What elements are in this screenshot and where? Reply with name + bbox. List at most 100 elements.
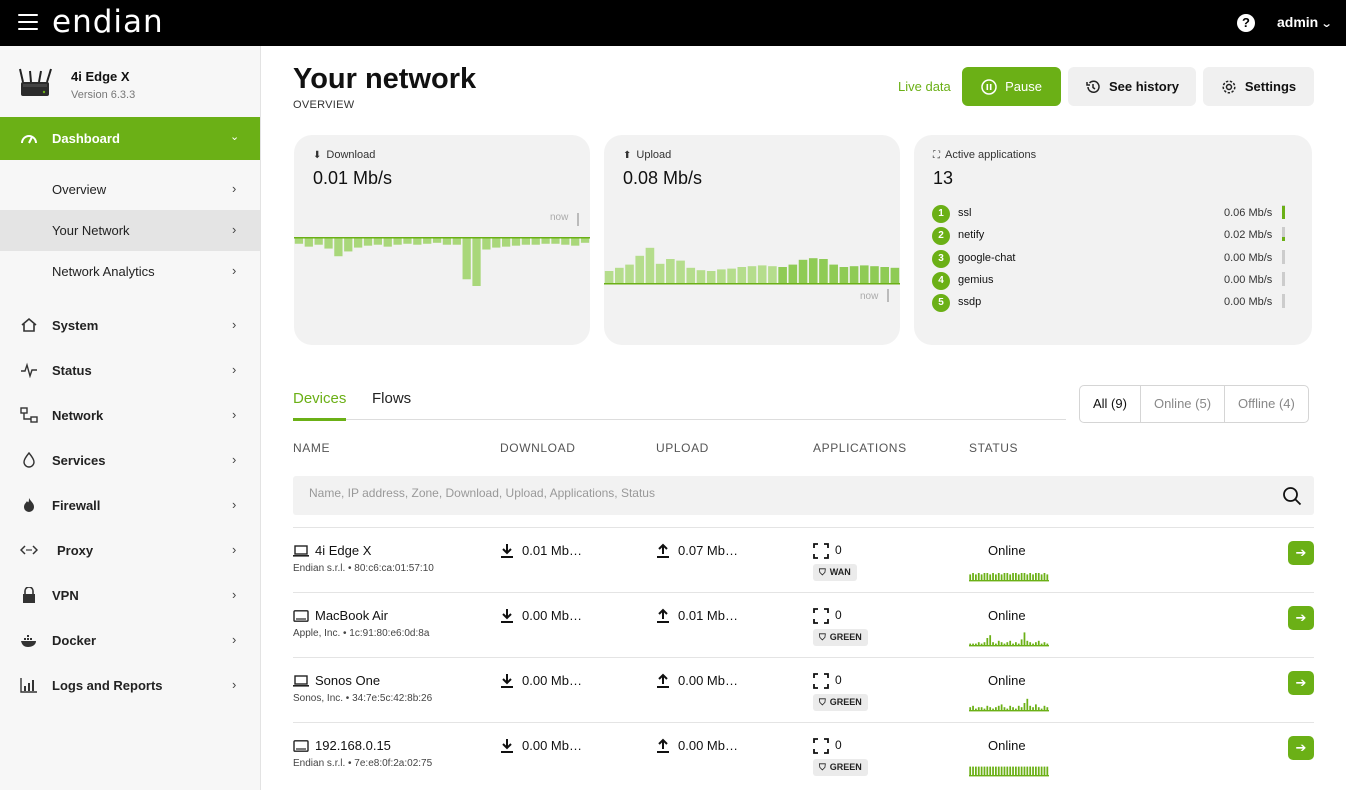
- sparkline-bar: [969, 766, 972, 775]
- open-device-button[interactable]: ➔: [1288, 671, 1314, 695]
- upload-icon: [657, 738, 669, 753]
- download-bar: [324, 238, 333, 249]
- column-header-name[interactable]: NAME: [293, 441, 330, 455]
- sparkline-bar: [989, 574, 992, 580]
- download-bar: [482, 238, 491, 250]
- download-bar: [314, 238, 323, 245]
- app-name: google-chat: [958, 251, 1016, 264]
- sparkline-bar: [1035, 573, 1037, 580]
- open-device-button[interactable]: ➔: [1288, 736, 1314, 760]
- column-header-status[interactable]: STATUS: [969, 441, 1018, 455]
- filter-online[interactable]: Online (5): [1139, 386, 1224, 422]
- nav-proxy[interactable]: Proxy ›: [0, 528, 260, 573]
- tab-devices[interactable]: Devices: [293, 390, 346, 407]
- nav-docker[interactable]: Docker ›: [0, 618, 260, 663]
- upload-bar: [747, 266, 757, 283]
- subnav-your-network[interactable]: Your Network ›: [0, 210, 260, 251]
- sparkline-bar: [1015, 573, 1017, 580]
- column-header-upload[interactable]: UPLOAD: [656, 441, 709, 455]
- sparkline-bar: [1000, 574, 1003, 580]
- sparkline-bar: [977, 573, 980, 580]
- menu-icon[interactable]: [18, 14, 38, 30]
- column-header-applications[interactable]: APPLICATIONS: [813, 441, 907, 455]
- sparkline-bar: [989, 635, 992, 645]
- app-rank: 4: [932, 271, 950, 290]
- table-row[interactable]: Sonos One Sonos, Inc. • 34:7e:5c:42:8b:26…: [293, 657, 1314, 722]
- subnav-network-analytics[interactable]: Network Analytics ›: [0, 251, 260, 292]
- filter-all[interactable]: All (9): [1080, 386, 1140, 422]
- search-icon[interactable]: [1282, 486, 1302, 506]
- sparkline-bar: [977, 642, 980, 645]
- sparkline-bar: [1015, 642, 1017, 645]
- subnav-overview[interactable]: Overview ›: [0, 169, 260, 210]
- chevron-right-icon: ›: [232, 407, 237, 422]
- see-history-button[interactable]: See history: [1068, 67, 1196, 106]
- upload-bar: [839, 267, 849, 283]
- sparkline-bar: [1026, 574, 1029, 580]
- device-upload: 0.00 Mb…: [678, 673, 738, 688]
- sparkline-bar: [989, 707, 992, 710]
- sparkline-bar: [1040, 766, 1043, 775]
- subnav-label: Overview: [52, 182, 107, 197]
- active-apps-card: ⛶ Active applications 13 1 ssl 0.06 Mb/s 2 ne…: [914, 135, 1312, 345]
- chevron-right-icon: ›: [232, 632, 237, 647]
- app-rate: 0.00 Mb/s: [1224, 251, 1273, 264]
- table-row[interactable]: 192.168.0.15 Endian s.r.l. • 7e:e8:0f:2a:…: [293, 722, 1314, 787]
- table-row[interactable]: MacBook Air Apple, Inc. • 1c:91:80:e6:0d:…: [293, 592, 1314, 657]
- settings-button[interactable]: Settings: [1203, 67, 1314, 106]
- traffic-sparkline: [969, 698, 1049, 712]
- upload-icon: [657, 608, 669, 623]
- search-bar: [293, 476, 1314, 515]
- top-bar: endian ? admin ⌄: [0, 0, 1346, 46]
- download-bar: [551, 238, 560, 244]
- nav-vpn[interactable]: VPN ›: [0, 573, 260, 618]
- column-header-download[interactable]: DOWNLOAD: [500, 441, 575, 455]
- app-usage-fill: [1282, 206, 1285, 219]
- sparkline-bar: [1029, 573, 1032, 580]
- pause-button[interactable]: Pause: [962, 67, 1061, 106]
- tab-flows[interactable]: Flows: [372, 390, 411, 407]
- question-circle-icon[interactable]: ?: [1237, 14, 1255, 32]
- sparkline-bar: [1017, 705, 1020, 710]
- search-input[interactable]: [309, 486, 1259, 500]
- sparkline-bar: [989, 766, 992, 775]
- nav-dashboard[interactable]: Dashboard ⌄: [0, 117, 260, 160]
- nav-firewall[interactable]: Firewall ›: [0, 483, 260, 528]
- download-bar: [413, 238, 422, 245]
- nav-network[interactable]: Network ›: [0, 393, 260, 438]
- nav-services[interactable]: Services ›: [0, 438, 260, 483]
- sparkline-bar: [1026, 698, 1029, 710]
- app-rank: 3: [932, 249, 950, 268]
- device-meta: Endian s.r.l. • 7e:e8:0f:2a:02:75: [293, 758, 433, 769]
- sparkline-bar: [1017, 643, 1020, 645]
- gear-icon: [1222, 79, 1236, 94]
- sparkline-bar: [972, 573, 974, 580]
- app-rank: 1: [932, 205, 950, 223]
- sparkline-bar: [1000, 766, 1003, 775]
- download-card-label: ⬇ Download: [313, 149, 375, 161]
- sparkline-bar: [986, 573, 989, 580]
- upload-bar: [890, 267, 900, 283]
- sparkline-bar: [980, 574, 983, 580]
- filter-offline[interactable]: Offline (4): [1224, 386, 1308, 422]
- page-subtitle: OVERVIEW: [293, 99, 355, 111]
- device-name: 192.168.0.15: [315, 738, 391, 753]
- nav-logs-reports[interactable]: Logs and Reports ›: [0, 663, 260, 708]
- user-menu[interactable]: admin ⌄: [1277, 14, 1333, 30]
- tablet-icon: [293, 740, 309, 752]
- open-device-button[interactable]: ➔: [1288, 606, 1314, 630]
- device-name: 4i Edge X: [71, 69, 130, 84]
- table-row[interactable]: 4i Edge X Endian s.r.l. • 80:c6:ca:01:57:…: [293, 527, 1314, 592]
- active-apps-label-text: Active applications: [945, 149, 1037, 161]
- download-bar: [383, 238, 392, 247]
- download-bar: [571, 238, 580, 246]
- open-device-button[interactable]: ➔: [1288, 541, 1314, 565]
- nav-status[interactable]: Status ›: [0, 348, 260, 393]
- download-icon: ⬇: [313, 150, 322, 161]
- sparkline-bar: [1003, 766, 1006, 775]
- upload-baseline: [604, 283, 900, 285]
- app-name: ssdp: [958, 296, 982, 309]
- upload-bar: [666, 259, 675, 283]
- sparkline-bar: [995, 574, 997, 580]
- nav-system[interactable]: System ›: [0, 303, 260, 348]
